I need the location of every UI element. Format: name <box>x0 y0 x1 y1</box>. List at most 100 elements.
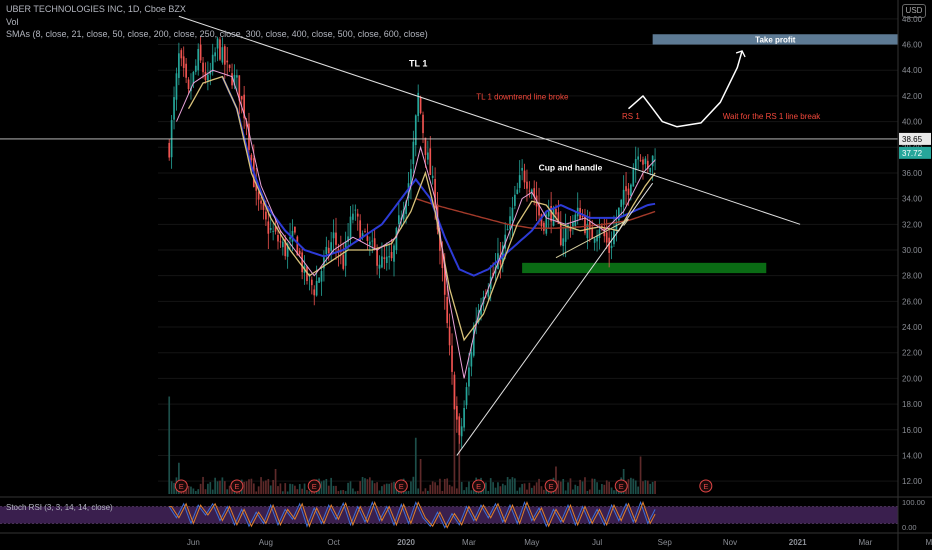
volume-bar <box>451 486 453 494</box>
candle-body <box>472 325 475 356</box>
volume-bar <box>632 478 635 494</box>
volume-bar <box>168 396 171 494</box>
volume-bar <box>281 491 284 494</box>
axes: 12.00 14.00 16.00 18.00 20.00 22.00 24.00 26.00… <box>0 0 932 550</box>
volume-bar <box>388 483 391 494</box>
earnings-marker-label: E <box>312 482 317 491</box>
volume-bar <box>446 478 449 494</box>
y-tick-label: 24.00 <box>902 323 923 332</box>
tl1-broke-label: TL 1 downtrend line broke <box>476 93 569 102</box>
volume-bar <box>325 478 328 494</box>
volume-bar <box>219 480 221 494</box>
candle-body <box>543 222 545 231</box>
volume-bar <box>470 490 473 494</box>
candle-body <box>298 250 301 255</box>
volume-bar <box>173 482 175 494</box>
x-tick-label: May <box>524 538 539 547</box>
y-tick-label: 46.00 <box>902 41 923 50</box>
candle-body <box>327 247 330 254</box>
candle-body <box>446 297 449 324</box>
volume-bar <box>192 488 195 494</box>
candle-body <box>385 256 388 263</box>
x-tick-label: 2021 <box>789 538 807 547</box>
volume-bar <box>649 483 652 494</box>
candle-body <box>634 159 637 171</box>
candle-body <box>330 242 333 251</box>
trend-drawings <box>0 15 898 456</box>
volume-bar <box>279 483 282 494</box>
candle-body <box>366 236 369 241</box>
volume-bar <box>434 482 436 494</box>
volume-bar <box>194 491 197 494</box>
candle-body <box>414 115 417 146</box>
candle-body <box>207 74 209 81</box>
currency-button[interactable]: USD <box>902 4 926 18</box>
candle-body <box>187 79 190 89</box>
volume-bar <box>412 476 415 494</box>
volume-bar <box>204 489 207 494</box>
volume-bar <box>579 479 581 494</box>
candle-body <box>463 408 465 428</box>
volume-bar <box>528 482 531 494</box>
candle-body <box>637 156 639 160</box>
candle-body <box>630 184 632 196</box>
candle-body <box>168 142 171 158</box>
volume-bar <box>516 490 519 494</box>
volume-bar <box>216 481 219 494</box>
candle-body <box>175 73 178 100</box>
candle-body <box>310 279 313 286</box>
volume-bar <box>414 437 417 494</box>
volume-bar <box>593 478 596 494</box>
stoch-rsi-pane <box>0 500 898 529</box>
volume-bar <box>265 480 267 494</box>
price-badge-last-text: 37.72 <box>902 149 923 158</box>
volume-bar <box>209 482 212 494</box>
volume-bar <box>359 481 362 494</box>
price-chart[interactable]: Take profit TL 1 TL 1 downtrend line broke… <box>0 0 932 550</box>
y-tick-label: 34.00 <box>902 195 923 204</box>
y-tick-label: 12.00 <box>902 477 923 486</box>
candle-body <box>240 96 243 100</box>
volume-bar <box>214 477 216 494</box>
x-tick-label: Sep <box>658 538 673 547</box>
volume-bar <box>557 480 560 494</box>
candle-body <box>260 200 262 204</box>
y-tick-label: 44.00 <box>902 66 923 75</box>
volume-bar <box>429 484 432 494</box>
candle-body <box>262 203 265 210</box>
y-tick-label: 20.00 <box>902 374 923 383</box>
tl1-label: TL 1 <box>409 58 427 68</box>
candle-body <box>523 170 526 183</box>
y-tick-label: 42.00 <box>902 92 923 101</box>
candle-body <box>364 231 366 232</box>
candle-body <box>301 252 304 273</box>
volume-bar <box>540 486 543 494</box>
volume-bar <box>630 477 632 494</box>
volume-bar <box>654 480 656 494</box>
volume-label: Vol <box>6 17 19 27</box>
candle-body <box>178 53 180 78</box>
candle-body <box>265 211 267 220</box>
volume-bar <box>269 485 272 494</box>
volume-bar <box>361 476 364 494</box>
volume-bar <box>373 483 376 494</box>
volume-bar <box>559 481 562 494</box>
candle-body <box>381 256 383 268</box>
candle-body <box>511 207 514 221</box>
candle-body <box>429 148 432 175</box>
volume-bar <box>518 487 521 494</box>
candle-body <box>465 387 468 406</box>
candle-body <box>332 232 335 239</box>
volume-bar <box>562 478 565 494</box>
volume-bar <box>207 483 209 494</box>
volume-bar <box>535 482 538 494</box>
candle-body <box>642 159 644 165</box>
volume-bar <box>376 482 378 494</box>
volume-bar <box>494 487 497 494</box>
candle-body <box>393 245 395 262</box>
candle-body <box>214 52 216 57</box>
volume-bar <box>651 481 654 494</box>
candle-body <box>335 232 337 245</box>
volume-bar <box>407 490 410 494</box>
volume-bar <box>349 481 352 494</box>
